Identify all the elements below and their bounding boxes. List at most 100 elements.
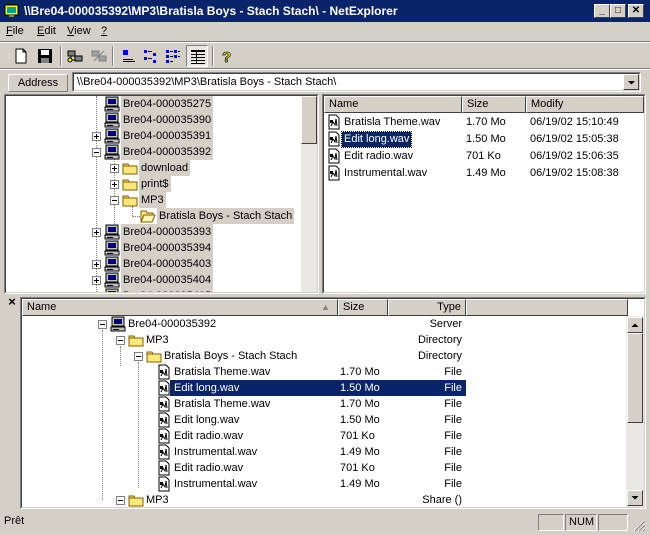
- address-input[interactable]: \\Bre04-000035392\MP3\Bratisla Boys - St…: [77, 76, 336, 88]
- save-icon[interactable]: [34, 45, 56, 67]
- tree-item[interactable]: Bre04-000035394: [6, 240, 301, 256]
- expand-icon[interactable]: [92, 276, 101, 285]
- result-name: Instrumental.wav: [174, 446, 258, 458]
- menu-help[interactable]: ?: [101, 25, 107, 37]
- large-icons-view-icon[interactable]: [118, 45, 140, 67]
- menu-file[interactable]: File: [6, 25, 24, 37]
- tree-item[interactable]: MP3: [6, 192, 301, 208]
- file-row[interactable]: Bratisla Theme.wav 1.70 Mo 06/19/02 15:10:…: [324, 114, 644, 131]
- expand-icon[interactable]: [92, 260, 101, 269]
- result-row[interactable]: Edit long.wav 1.50 Mo File: [158, 380, 466, 396]
- file-modify: 06/19/02 15:10:49: [530, 116, 619, 128]
- connect-network-drive-icon[interactable]: [64, 45, 86, 67]
- address-combobox[interactable]: \\Bre04-000035392\MP3\Bratisla Boys - St…: [72, 72, 641, 92]
- tree-item[interactable]: Bre04-000035392: [6, 144, 301, 160]
- results-pane[interactable]: Name ▲ Size Type Bre04-000035392 Server MP…: [20, 297, 646, 509]
- small-icons-view-icon[interactable]: [140, 45, 162, 67]
- wav-file-icon: [326, 165, 342, 184]
- resize-grip[interactable]: [632, 518, 646, 532]
- column-header-name[interactable]: Name: [324, 96, 462, 113]
- tree-item[interactable]: Bre04-000035390: [6, 112, 301, 128]
- folder-tree-pane[interactable]: Bre04-000035275 Bre04-000035390 Bre04-0000…: [4, 94, 319, 294]
- result-name: Bratisla Boys - Stach Stach: [164, 350, 298, 362]
- collapse-icon[interactable]: [92, 148, 101, 157]
- disconnect-network-drive-icon[interactable]: [88, 45, 110, 67]
- result-row[interactable]: Bratisla Theme.wav 1.70 Mo File: [22, 396, 466, 412]
- result-row[interactable]: Edit long.wav 1.50 Mo File: [22, 412, 466, 428]
- folder-tree: Bre04-000035275 Bre04-000035390 Bre04-0000…: [6, 96, 301, 292]
- result-row[interactable]: Bratisla Theme.wav 1.70 Mo File: [22, 364, 466, 380]
- status-text: Prêt: [4, 515, 25, 527]
- tree-item[interactable]: Bre04-000035393: [6, 224, 301, 240]
- expand-icon[interactable]: [110, 180, 119, 189]
- result-name: Edit long.wav: [174, 414, 240, 426]
- title-bar[interactable]: \\Bre04-000035392\MP3\Bratisla Boys - St…: [0, 0, 650, 22]
- file-row[interactable]: Edit long.wav 1.50 Mo 06/19/02 15:05:38: [324, 131, 644, 148]
- tree-item[interactable]: Bratisla Boys - Stach Stach: [6, 208, 301, 224]
- close-results-button[interactable]: ×: [5, 295, 19, 310]
- expand-icon[interactable]: [110, 164, 119, 173]
- result-name: MP3: [146, 334, 169, 346]
- collapse-icon[interactable]: [110, 196, 119, 205]
- tree-scrollbar[interactable]: [301, 96, 317, 292]
- help-icon[interactable]: ?: [216, 45, 238, 67]
- tree-item[interactable]: Bre04-000035275: [6, 96, 301, 112]
- collapse-icon[interactable]: [98, 320, 107, 329]
- expand-icon[interactable]: [92, 228, 101, 237]
- result-row[interactable]: Edit radio.wav 701 Ko File: [22, 460, 466, 476]
- results-column-header-size[interactable]: Size: [338, 299, 388, 316]
- minimize-button[interactable]: _: [594, 4, 610, 18]
- maximize-button[interactable]: □: [610, 4, 626, 18]
- result-type: File: [444, 462, 462, 474]
- tree-item-label: Bratisla Boys - Stach Stach: [157, 208, 295, 224]
- expand-icon[interactable]: [92, 132, 101, 141]
- result-type: Share (): [422, 494, 462, 506]
- file-row[interactable]: Instrumental.wav 1.49 Mo 06/19/02 15:08:38: [324, 165, 644, 182]
- tree-item[interactable]: Bre04-000035405: [6, 288, 301, 292]
- file-row[interactable]: Edit radio.wav 701 Ko 06/19/02 15:06:35: [324, 148, 644, 165]
- tree-item[interactable]: Bre04-000035404: [6, 272, 301, 288]
- column-header-modify[interactable]: Modify: [526, 96, 644, 113]
- file-modify: 06/19/02 15:08:38: [530, 167, 619, 179]
- results-column-header-name[interactable]: Name ▲: [22, 299, 338, 316]
- result-row[interactable]: MP3 Directory: [22, 332, 466, 348]
- results-scrollbar[interactable]: [626, 316, 644, 507]
- tree-item[interactable]: Bre04-000035391: [6, 128, 301, 144]
- result-row[interactable]: MP3 Share (): [22, 492, 466, 507]
- result-row[interactable]: Instrumental.wav 1.49 Mo File: [22, 444, 466, 460]
- list-view-icon[interactable]: [162, 45, 184, 67]
- tree-item[interactable]: Bre04-000035403: [6, 256, 301, 272]
- result-size: 1.49 Mo: [340, 446, 380, 458]
- collapse-icon[interactable]: [134, 352, 143, 361]
- result-name: Bre04-000035392: [128, 318, 217, 330]
- menu-edit[interactable]: Edit: [37, 25, 56, 37]
- result-size: 1.70 Mo: [340, 366, 380, 378]
- app-icon[interactable]: [4, 3, 20, 19]
- result-row[interactable]: Edit radio.wav 701 Ko File: [22, 428, 466, 444]
- menu-view[interactable]: View: [67, 25, 91, 37]
- result-row[interactable]: Bre04-000035392 Server: [22, 316, 466, 332]
- file-list-pane[interactable]: Name Size Modify Bratisla Theme.wav 1.70 …: [322, 94, 646, 294]
- result-type: Directory: [417, 350, 462, 362]
- new-document-icon[interactable]: [10, 45, 32, 67]
- details-view-icon[interactable]: [186, 45, 208, 67]
- result-type: File: [444, 478, 462, 490]
- column-header-size[interactable]: Size: [462, 96, 526, 113]
- results-scrollbar-thumb[interactable]: [627, 333, 643, 423]
- collapse-icon[interactable]: [116, 336, 125, 345]
- scroll-down-button[interactable]: [627, 490, 643, 506]
- collapse-icon[interactable]: [116, 496, 125, 505]
- tree-item[interactable]: print$: [6, 176, 301, 192]
- tree-scrollbar-thumb[interactable]: [301, 96, 317, 144]
- address-dropdown-button[interactable]: [623, 74, 639, 90]
- menu-separator: [0, 41, 650, 43]
- scroll-up-button[interactable]: [627, 317, 643, 333]
- close-button[interactable]: ✕: [628, 4, 644, 18]
- tree-item-label: Bre04-000035392: [121, 144, 214, 160]
- result-row[interactable]: Instrumental.wav 1.49 Mo File: [22, 476, 466, 492]
- result-row[interactable]: Bratisla Boys - Stach Stach Directory: [22, 348, 466, 364]
- tree-item[interactable]: download: [6, 160, 301, 176]
- result-size: 1.70 Mo: [340, 398, 380, 410]
- results-column-header-type[interactable]: Type: [388, 299, 466, 316]
- results-column-header-name-label: Name: [27, 301, 57, 313]
